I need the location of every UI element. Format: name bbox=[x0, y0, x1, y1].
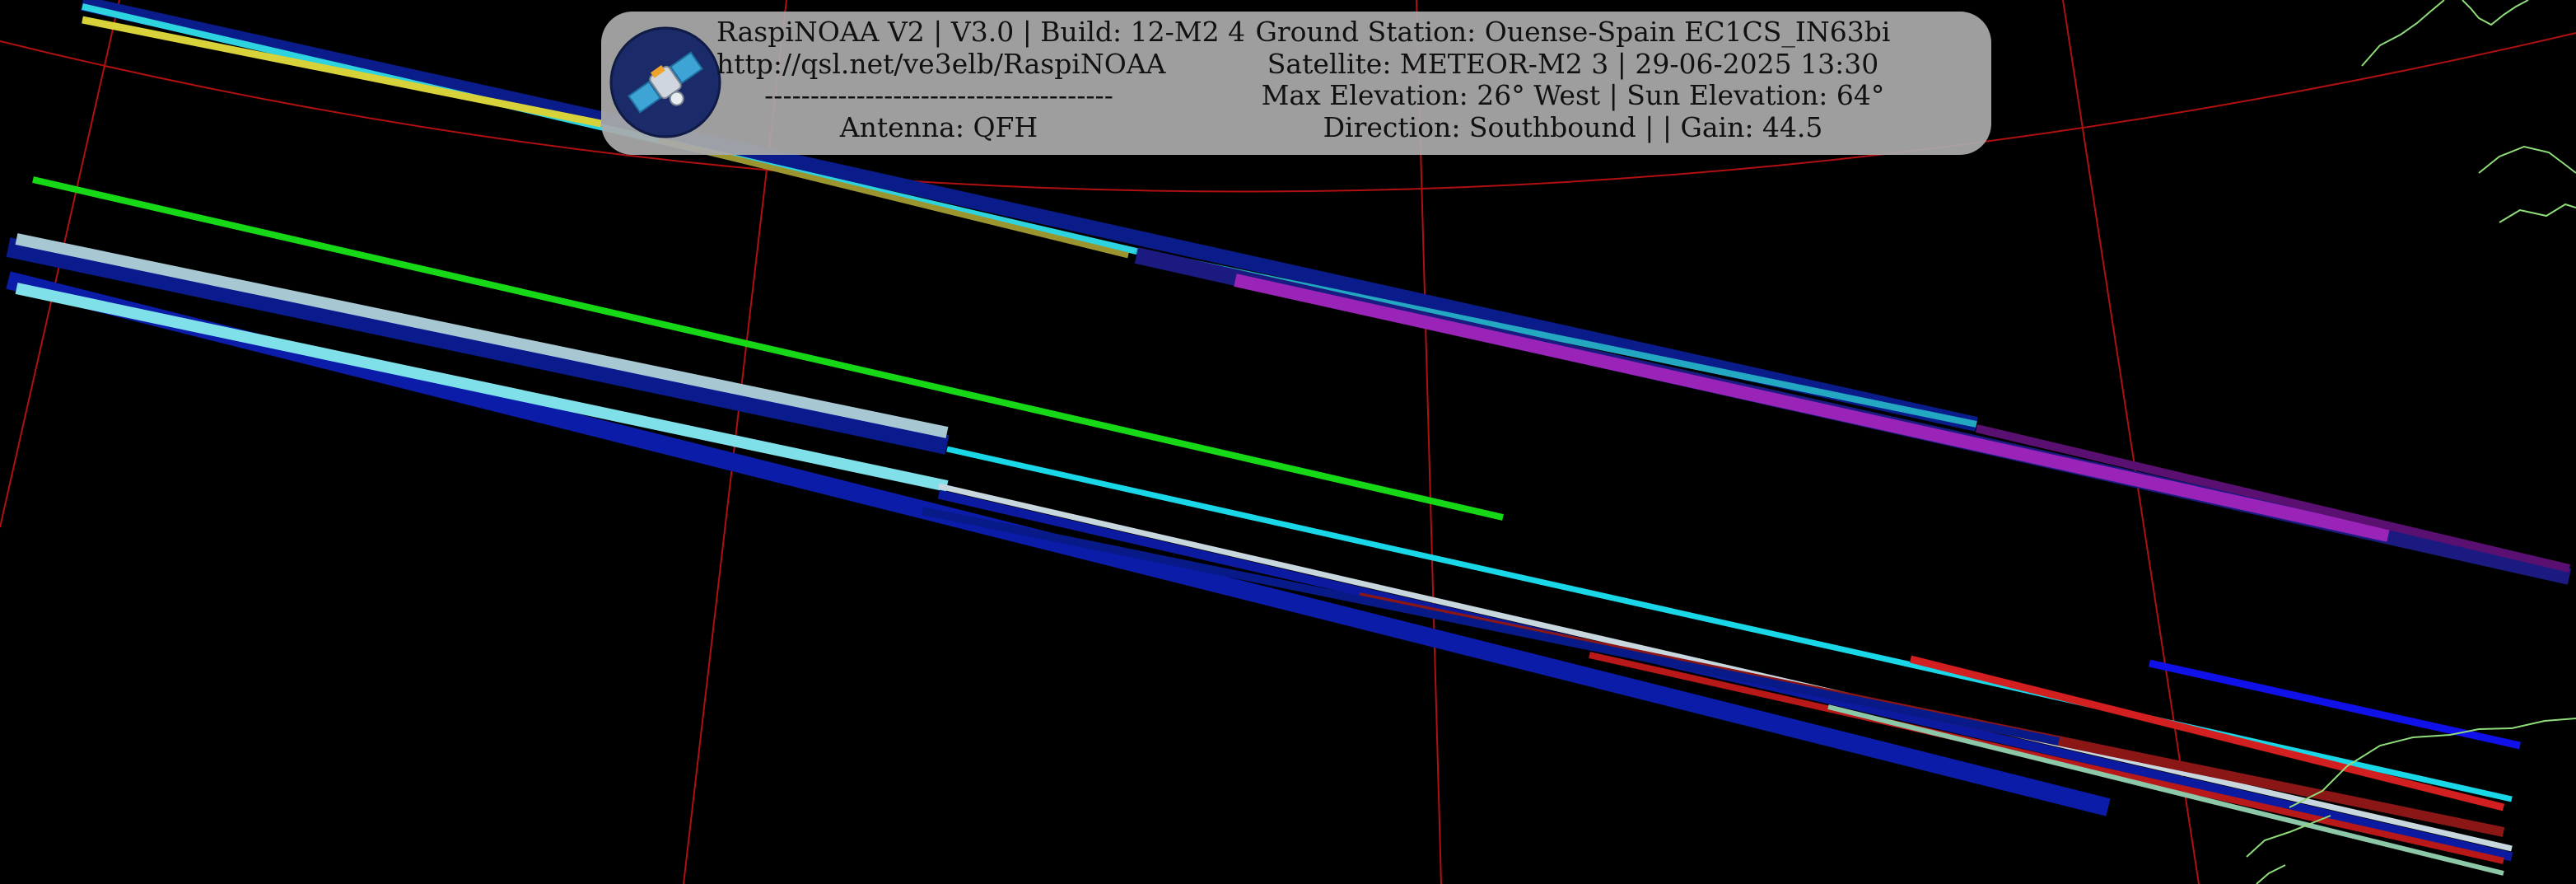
satellite-logo bbox=[609, 26, 721, 138]
separator-line: -------------------------------------- bbox=[764, 79, 1113, 111]
satellite-line: Satellite: METEOR-M2 3 | 29-06-2025 13:3… bbox=[1267, 47, 1879, 80]
software-version-line: RaspiNOAA V2 | V3.0 | Build: 12-M2 4 bbox=[716, 16, 1246, 48]
project-url-line: http://qsl.net/ve3elb/RaspiNOAA bbox=[716, 47, 1166, 80]
ground-station-line: Ground Station: Ouense-Spain EC1CS_IN63b… bbox=[1255, 16, 1891, 48]
antenna-line: Antenna: QFH bbox=[839, 110, 1038, 143]
pass-info: Ground Station: Ouense-Spain EC1CS_IN63b… bbox=[1161, 16, 1985, 143]
pass-info-overlay: RaspiNOAA V2 | V3.0 | Build: 12-M2 4 htt… bbox=[601, 12, 1991, 155]
software-info: RaspiNOAA V2 | V3.0 | Build: 12-M2 4 htt… bbox=[716, 16, 1246, 143]
elevation-line: Max Elevation: 26° West | Sun Elevation:… bbox=[1261, 79, 1885, 111]
direction-gain-line: Direction: Southbound | | Gain: 44.5 bbox=[1323, 110, 1823, 143]
